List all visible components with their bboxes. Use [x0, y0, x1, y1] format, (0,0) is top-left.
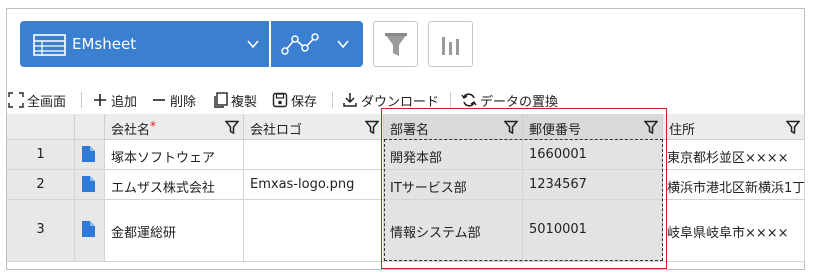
cell-department[interactable]: 開発本部 [384, 140, 523, 170]
filter-button[interactable] [373, 21, 418, 67]
cell-company[interactable]: 塚本ソフトウェア [105, 140, 244, 170]
data-grid: 会社名* 会社ロゴ 部署名 郵便番号 住所 1 塚本ソフトウェア 開発本部 16… [7, 114, 805, 270]
filter-icon[interactable] [504, 120, 518, 134]
chevron-down-icon [337, 40, 349, 49]
toolbar: 全画面 追加 削除 複製 保存 ダウンロード データの置換 [6, 88, 796, 112]
delete-button[interactable]: 削除 [151, 91, 197, 110]
chart-button[interactable] [428, 21, 473, 67]
filter-icon[interactable] [644, 120, 658, 134]
column-header-department[interactable]: 部署名 [384, 114, 523, 140]
column-header-address[interactable]: 住所 [663, 114, 805, 140]
cell-logo[interactable] [244, 200, 384, 262]
save-button[interactable]: 保存 [272, 91, 318, 110]
add-label: 追加 [111, 94, 138, 110]
divider [332, 92, 333, 108]
column-label: 住所 [669, 123, 696, 138]
row-number[interactable]: 1 [7, 140, 75, 170]
cell-zip[interactable]: 1660001 [523, 140, 663, 170]
row-open[interactable] [75, 170, 105, 200]
cell-zip[interactable]: 1234567 [523, 170, 663, 200]
document-icon[interactable] [82, 146, 95, 162]
cell-logo[interactable] [244, 140, 384, 170]
sheet-name: EMsheet [72, 35, 137, 53]
cell-company[interactable]: 金都運総研 [105, 200, 244, 262]
sheet-selector[interactable]: EMsheet [20, 21, 269, 67]
row-open[interactable] [75, 200, 105, 262]
fullscreen-label: 全画面 [27, 94, 67, 110]
fullscreen-icon [8, 92, 24, 108]
minus-icon [153, 99, 165, 101]
required-marker: * [150, 119, 157, 133]
divider [450, 92, 451, 108]
download-label: ダウンロード [361, 94, 440, 110]
filter-icon[interactable] [365, 120, 379, 134]
document-icon[interactable] [82, 176, 95, 192]
save-label: 保存 [291, 94, 318, 110]
column-header-zip[interactable]: 郵便番号 [523, 114, 663, 140]
bar-chart-icon [442, 37, 459, 55]
delete-label: 削除 [170, 94, 197, 110]
rowicon-header [75, 114, 105, 140]
copy-button[interactable]: 複製 [212, 91, 258, 110]
row-open[interactable] [75, 140, 105, 170]
column-label: 郵便番号 [529, 123, 582, 138]
column-label: 会社ロゴ [250, 123, 303, 138]
save-icon [272, 92, 288, 108]
divider [81, 92, 82, 108]
filter-icon[interactable] [786, 120, 800, 134]
funnel-icon [385, 33, 407, 56]
view-selector[interactable] [271, 21, 363, 67]
refresh-icon [461, 93, 477, 107]
table-icon [33, 34, 66, 56]
cell-department[interactable]: 情報システム部 [384, 200, 523, 262]
fullscreen-button[interactable]: 全画面 [8, 91, 67, 110]
row-number[interactable]: 2 [7, 170, 75, 200]
column-label: 部署名 [390, 123, 430, 138]
download-icon [343, 93, 357, 107]
line-chart-icon [281, 33, 319, 55]
cell-address[interactable]: 横浜市港北区新横浜1丁 [663, 170, 805, 200]
chevron-down-icon [247, 40, 259, 49]
cell-address[interactable]: 岐阜県岐阜市×××× [663, 200, 805, 262]
cell-company[interactable]: エムザス株式会社 [105, 170, 244, 200]
cell-address[interactable]: 東京都杉並区×××× [663, 140, 805, 170]
replace-data-label: データの置換 [480, 94, 559, 110]
document-icon[interactable] [82, 221, 95, 237]
add-button[interactable]: 追加 [92, 91, 138, 110]
cell-zip[interactable]: 5010001 [523, 200, 663, 262]
column-header-company[interactable]: 会社名* [105, 114, 244, 140]
copy-label: 複製 [231, 94, 258, 110]
replace-data-button[interactable]: データの置換 [461, 91, 559, 110]
row-number[interactable]: 3 [7, 200, 75, 262]
cell-logo[interactable]: Emxas-logo.png [244, 170, 384, 200]
rownum-header [7, 114, 75, 140]
cell-department[interactable]: ITサービス部 [384, 170, 523, 200]
copy-icon [214, 92, 228, 108]
column-label: 会社名 [111, 123, 151, 138]
plus-icon [94, 94, 106, 106]
filter-icon[interactable] [225, 120, 239, 134]
column-header-logo[interactable]: 会社ロゴ [244, 114, 384, 140]
download-button[interactable]: ダウンロード [342, 91, 440, 110]
